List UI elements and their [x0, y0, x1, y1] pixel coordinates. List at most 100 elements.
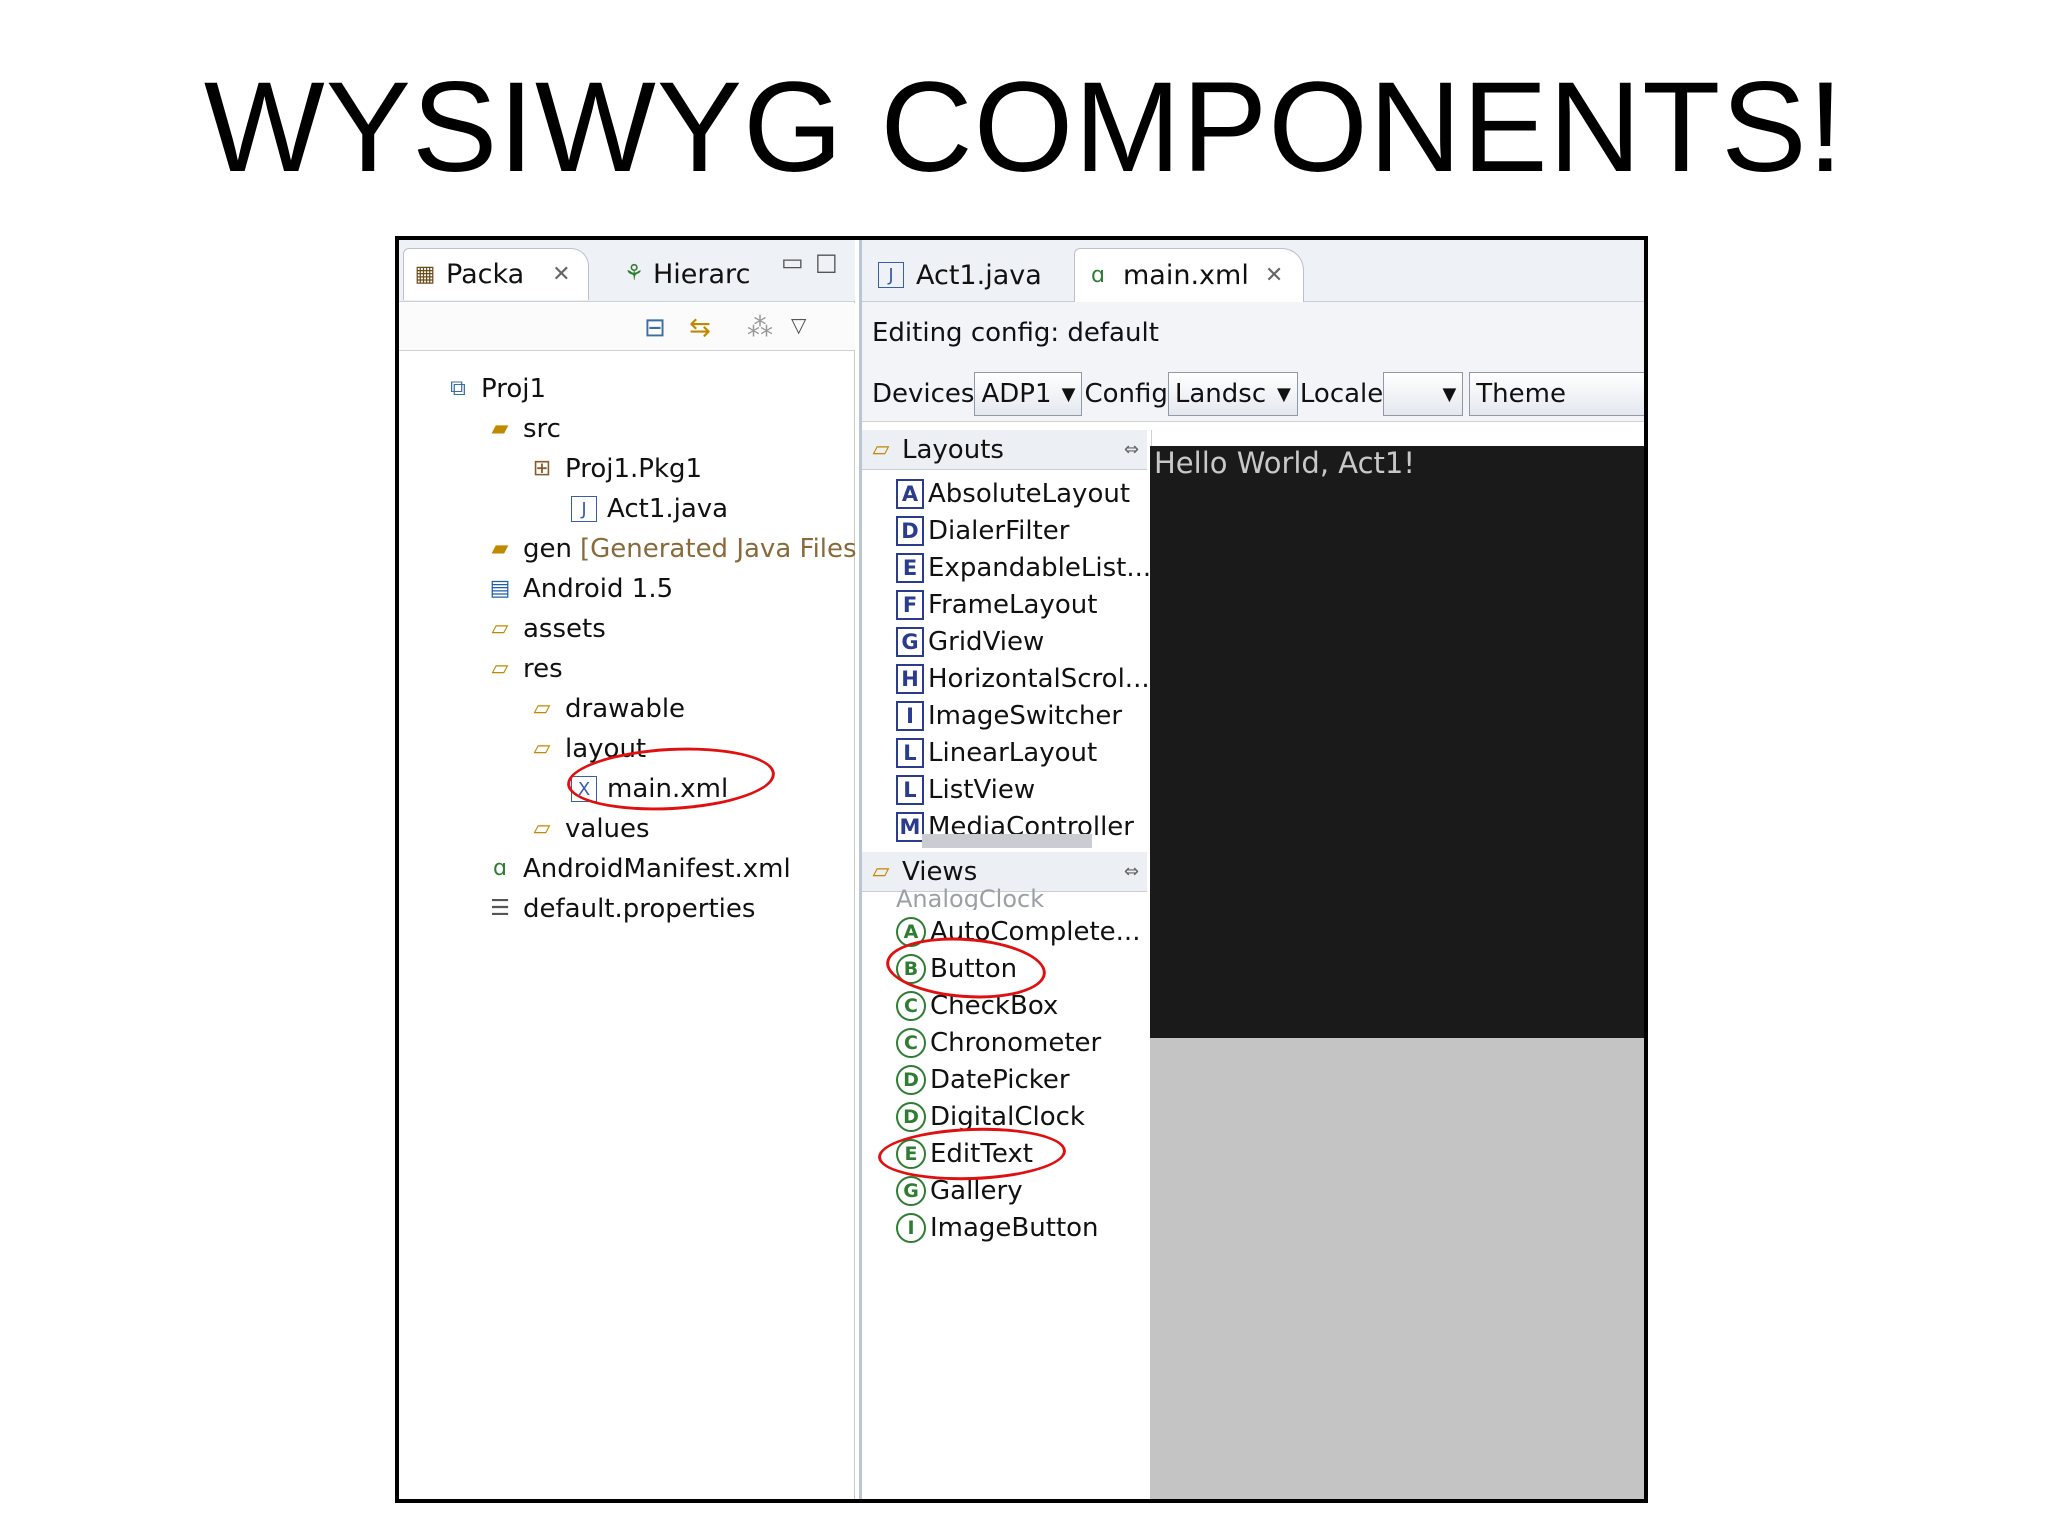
tree-item-res[interactable]: ▱ res [487, 652, 563, 686]
layout-icon: F [896, 590, 924, 620]
tab-main-xml[interactable]: ɑ main.xml ✕ [1074, 248, 1304, 302]
config-row: Devices ADP1 ▼ Config Landsc ▼ Locale ▼ … [872, 372, 1644, 416]
tab-package-explorer[interactable]: ▦ Packa ✕ [403, 248, 589, 300]
project-icon: ⧉ [450, 376, 466, 401]
palette-item-expandablelist[interactable]: E ExpandableList... [896, 550, 1151, 586]
android-xml-icon: ɑ [1091, 262, 1105, 288]
layouts-section-header[interactable]: ▱ Layouts ⇔ [862, 430, 1147, 470]
tree-item-default-properties[interactable]: ☰ default.properties [487, 892, 755, 926]
tree-item-android-lib[interactable]: ▤ Android 1.5 [487, 572, 674, 606]
package-explorer-icon: ▦ [414, 261, 436, 287]
canvas-hello-text[interactable]: Hello World, Act1! [1154, 446, 1415, 480]
tree-item-package[interactable]: ⊞ Proj1.Pkg1 [529, 452, 702, 486]
locale-select[interactable]: ▼ [1383, 372, 1464, 416]
locale-label: Locale [1299, 379, 1384, 409]
view-menu-icon[interactable]: ▽ [791, 313, 806, 337]
layout-icon: A [896, 479, 924, 509]
package-explorer: ▦ Packa ✕ ⚘ Hierarc ▭ □ ⊟ ⇆ ⁂ ▽ ⧉ Proj1 ▰… [399, 240, 867, 1499]
view-icon: D [896, 1065, 926, 1095]
java-file-icon: J [571, 496, 597, 522]
tree-item-src[interactable]: ▰ src [487, 412, 561, 446]
palette-item-framelayout[interactable]: F FrameLayout [896, 587, 1097, 623]
tree-item-assets[interactable]: ▱ assets [487, 612, 606, 646]
library-icon: ▤ [489, 576, 511, 601]
link-with-editor-icon[interactable]: ⇆ [689, 313, 711, 343]
config-select[interactable]: Landsc ▼ [1167, 372, 1298, 416]
folder-icon: ▱ [533, 816, 551, 841]
layout-icon: I [896, 701, 924, 731]
palette-item-linearlayout[interactable]: L LinearLayout [896, 735, 1097, 771]
tree-item-manifest[interactable]: ɑ AndroidManifest.xml [487, 852, 791, 886]
close-icon[interactable]: ✕ [1265, 263, 1283, 288]
folder-icon: ▱ [533, 696, 551, 721]
view-icon: C [896, 1028, 926, 1058]
package-icon: ⊞ [532, 456, 552, 481]
view-icon: I [896, 1213, 926, 1243]
collapse-icon[interactable]: ⇔ [1124, 439, 1139, 460]
views-section-header[interactable]: ▱ Views ⇔ [862, 852, 1147, 892]
gen-folder-icon: ▰ [491, 536, 509, 561]
tab-package-label: Packa [446, 259, 525, 290]
devices-select[interactable]: ADP1 ▼ [974, 372, 1083, 416]
slide-title: WYSIWYG COMPONENTS! [203, 56, 1845, 199]
chevron-down-icon: ▼ [1277, 383, 1291, 405]
layout-icon: M [896, 812, 924, 842]
folder-open-icon: ▱ [872, 436, 890, 462]
config-label: Config [1084, 379, 1168, 409]
left-tab-bar: ▦ Packa ✕ ⚘ Hierarc ▭ □ [399, 240, 855, 302]
palette-item-chronometer[interactable]: C Chronometer [896, 1025, 1101, 1061]
java-file-icon: J [878, 262, 904, 288]
source-folder-icon: ▰ [491, 416, 509, 441]
maximize-icon[interactable]: □ [815, 248, 838, 276]
layout-icon: L [896, 775, 924, 805]
palette-item-datepicker[interactable]: D DatePicker [896, 1062, 1070, 1098]
palette-item-imagebutton[interactable]: I ImageButton [896, 1210, 1099, 1246]
folder-icon: ▱ [491, 656, 509, 681]
layout-icon: H [896, 664, 924, 694]
text-file-icon: ☰ [490, 896, 510, 921]
layouts-scroll-handle[interactable] [922, 834, 1092, 848]
layout-icon: L [896, 738, 924, 768]
palette-item-horizontalscroll[interactable]: H HorizontalScrol... [896, 661, 1150, 697]
explorer-toolbar: ⊟ ⇆ ⁂ ▽ [399, 303, 855, 351]
layout-editor: J Act1.java ɑ main.xml ✕ Editing config:… [859, 240, 1644, 1499]
config-bar: Editing config: default Devices ADP1 ▼ C… [862, 302, 1644, 422]
tree-item-values[interactable]: ▱ values [529, 812, 650, 846]
filter-icon[interactable]: ⁂ [747, 313, 773, 343]
view-icon: D [896, 1102, 926, 1132]
chevron-down-icon: ▼ [1061, 383, 1076, 405]
palette: ▱ Layouts ⇔ A AbsoluteLayout D DialerFilte… [862, 430, 1152, 1499]
layout-icon: E [896, 553, 924, 583]
collapse-all-icon[interactable]: ⊟ [644, 313, 666, 343]
tab-hierarchy[interactable]: ⚘ Hierarc [621, 248, 771, 300]
layout-icon: D [896, 516, 924, 546]
tab-hierarchy-label: Hierarc [653, 258, 751, 290]
tree-item-drawable[interactable]: ▱ drawable [529, 692, 686, 726]
palette-item-gridview[interactable]: G GridView [896, 624, 1044, 660]
tab-act1-java[interactable]: J Act1.java [868, 248, 1068, 302]
palette-item-dialerfilter[interactable]: D DialerFilter [896, 513, 1069, 549]
editor-tab-bar: J Act1.java ɑ main.xml ✕ [862, 240, 1644, 302]
canvas-background [1150, 1038, 1644, 1499]
folder-icon: ▱ [491, 616, 509, 641]
tree-item-act1-java[interactable]: J Act1.java [571, 492, 728, 526]
folder-open-icon: ▱ [872, 858, 890, 884]
palette-item-absolutelayout[interactable]: A AbsoluteLayout [896, 476, 1130, 512]
layout-icon: G [896, 627, 924, 657]
layout-canvas[interactable]: Hello World, Act1! [1150, 446, 1644, 1038]
view-icon: G [896, 1176, 926, 1206]
folder-icon: ▱ [533, 736, 551, 761]
theme-select[interactable]: Theme [1469, 372, 1644, 416]
manifest-icon: ɑ [493, 856, 507, 881]
palette-item-listview[interactable]: L ListView [896, 772, 1035, 808]
hierarchy-icon: ⚘ [624, 261, 644, 286]
palette-item-imageswitcher[interactable]: I ImageSwitcher [896, 698, 1122, 734]
collapse-icon[interactable]: ⇔ [1124, 861, 1139, 882]
minimize-icon[interactable]: ▭ [781, 248, 804, 276]
palette-item-analogclock-partial[interactable]: AnalogClock [896, 888, 1044, 910]
tree-item-proj1[interactable]: ⧉ Proj1 [445, 372, 546, 406]
tree-item-gen[interactable]: ▰ gen [Generated Java Files] [487, 532, 867, 566]
eclipse-screenshot: ▦ Packa ✕ ⚘ Hierarc ▭ □ ⊟ ⇆ ⁂ ▽ ⧉ Proj1 ▰… [395, 236, 1648, 1503]
editing-config-label: Editing config: default [872, 318, 1159, 348]
close-icon[interactable]: ✕ [552, 262, 570, 287]
